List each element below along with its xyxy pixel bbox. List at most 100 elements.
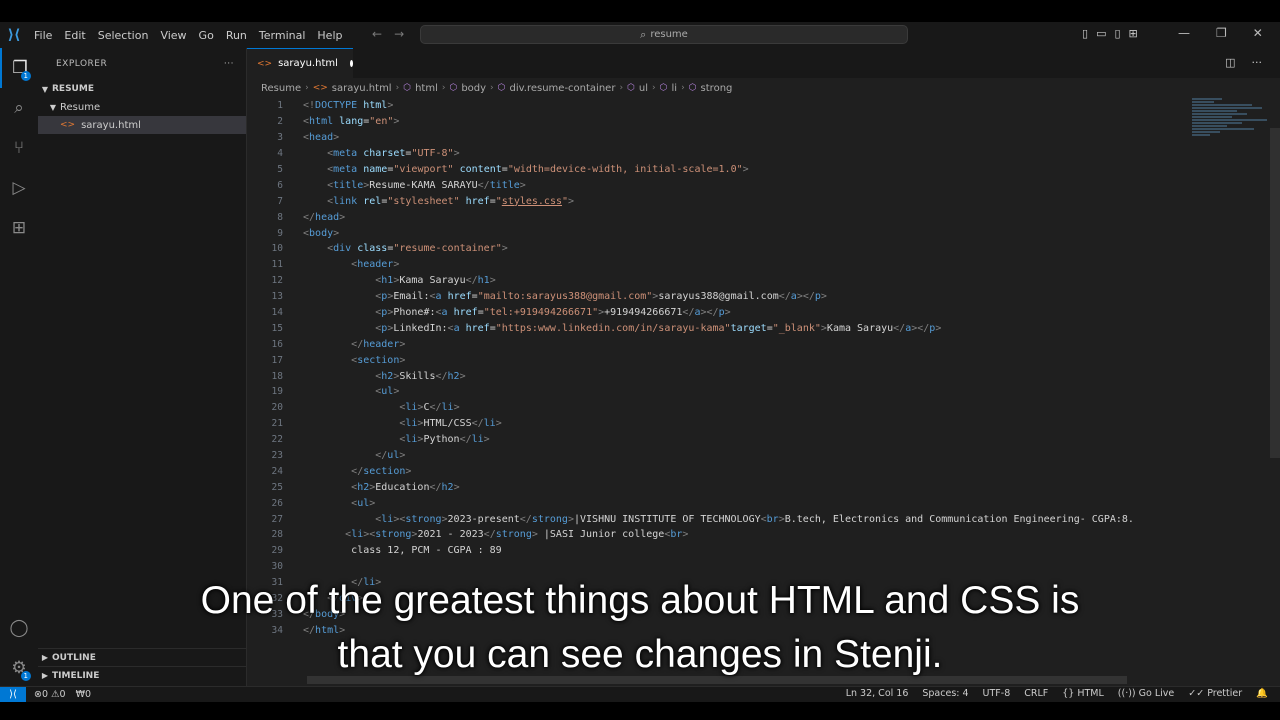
minimap-line xyxy=(1192,128,1254,130)
menu-item-run[interactable]: Run xyxy=(220,29,253,42)
source-control-icon[interactable]: ⑂ xyxy=(0,128,38,168)
breadcrumb-item[interactable]: html xyxy=(415,83,438,94)
code-text: <body> xyxy=(303,227,340,239)
code-line[interactable]: 1 <!DOCTYPE html> xyxy=(247,98,1187,114)
code-line[interactable]: 28 <li><strong>2021 - 2023</strong> |SAS… xyxy=(247,527,1187,543)
unsaved-dot-icon[interactable] xyxy=(349,60,353,67)
toggle-secondary-sidebar-icon[interactable]: ▯ xyxy=(1114,27,1120,40)
back-arrow-icon[interactable]: ← xyxy=(372,27,382,41)
code-line[interactable]: 9 <body> xyxy=(247,225,1187,241)
menu-item-edit[interactable]: Edit xyxy=(58,29,91,42)
code-line[interactable]: 22 <li>Python</li> xyxy=(247,432,1187,448)
line-number: 28 xyxy=(271,529,283,541)
close-icon[interactable]: ✕ xyxy=(1253,26,1263,40)
split-editor-icon[interactable]: ◫ xyxy=(1225,56,1235,69)
toggle-panel-icon[interactable]: ▭ xyxy=(1096,27,1106,40)
menu-item-selection[interactable]: Selection xyxy=(92,29,155,42)
code-line[interactable]: 8 </head> xyxy=(247,209,1187,225)
code-line[interactable]: 21 <li>HTML/CSS</li> xyxy=(247,416,1187,432)
cursor-position[interactable]: Ln 32, Col 16 xyxy=(846,688,909,699)
code-line[interactable]: 10 <div class="resume-container"> xyxy=(247,241,1187,257)
html-file-icon: <> xyxy=(257,58,273,69)
symbol-icon: ⬡ xyxy=(688,83,697,93)
command-center[interactable]: ⌕ resume xyxy=(420,25,908,44)
breadcrumb-item[interactable]: ul xyxy=(639,83,648,94)
prettier-status[interactable]: ✓✓ Prettier xyxy=(1188,688,1242,699)
breadcrumb-item[interactable]: body xyxy=(461,83,486,94)
menu-item-help[interactable]: Help xyxy=(311,29,348,42)
more-actions-icon[interactable]: ··· xyxy=(1252,56,1263,69)
toggle-sidebar-icon[interactable]: ▯ xyxy=(1082,27,1088,40)
breadcrumb-item[interactable]: sarayu.html xyxy=(332,83,392,94)
code-text: <li>HTML/CSS</li> xyxy=(399,418,502,430)
chevron-down-icon: ▼ xyxy=(41,84,49,94)
code-line[interactable]: 2 <html lang="en"> xyxy=(247,114,1187,130)
bell-icon[interactable]: 🔔 xyxy=(1256,688,1268,699)
minimap-line xyxy=(1192,107,1262,109)
search-icon[interactable]: ⌕ xyxy=(0,88,38,128)
breadcrumb-item[interactable]: strong xyxy=(701,83,733,94)
tree-folder[interactable]: ▼ Resume xyxy=(38,98,246,116)
go-live-button[interactable]: ((·)) Go Live xyxy=(1118,688,1174,699)
breadcrumb-item[interactable]: li xyxy=(672,83,678,94)
code-line[interactable]: 4 <meta charset="UTF-8"> xyxy=(247,146,1187,162)
extensions-icon[interactable]: ⊞ xyxy=(0,208,38,248)
line-number: 1 xyxy=(277,100,283,112)
code-line[interactable]: 30 xyxy=(247,559,1187,575)
ports-status[interactable]: ₩0 xyxy=(76,689,91,700)
remote-icon[interactable]: ⟩⟨ xyxy=(0,686,26,703)
code-line[interactable]: 5 <meta name="viewport" content="width=d… xyxy=(247,162,1187,178)
code-line[interactable]: 6 <title>Resume-KAMA SARAYU</title> xyxy=(247,177,1187,193)
menu-item-file[interactable]: File xyxy=(28,29,58,42)
menu-item-go[interactable]: Go xyxy=(193,29,220,42)
line-number: 18 xyxy=(271,370,283,382)
minimize-icon[interactable]: — xyxy=(1178,26,1190,40)
vertical-scrollbar[interactable] xyxy=(1270,128,1280,458)
language-mode[interactable]: {} HTML xyxy=(1062,688,1104,699)
code-line[interactable]: 3 <head> xyxy=(247,130,1187,146)
more-actions-icon[interactable]: ··· xyxy=(224,59,234,69)
files-icon[interactable]: ❐ 1 xyxy=(0,48,38,88)
breadcrumb-separator-icon: › xyxy=(305,83,309,93)
encoding[interactable]: UTF-8 xyxy=(983,688,1011,699)
code-line[interactable]: 18 <h2>Skills</h2> xyxy=(247,368,1187,384)
problems-status[interactable]: ⊗0 ⚠0 xyxy=(34,689,66,700)
tree-file[interactable]: <> sarayu.html xyxy=(38,116,246,134)
tab-label: sarayu.html xyxy=(278,58,338,69)
code-line[interactable]: 25 <h2>Education</h2> xyxy=(247,479,1187,495)
forward-arrow-icon[interactable]: → xyxy=(394,27,404,41)
tab-sarayu-html[interactable]: <> sarayu.html xyxy=(247,48,353,78)
code-line[interactable]: 17 <section> xyxy=(247,352,1187,368)
minimap[interactable] xyxy=(1192,98,1272,198)
symbol-icon: ⬡ xyxy=(403,83,412,93)
menu-item-view[interactable]: View xyxy=(154,29,192,42)
code-line[interactable]: 24 </section> xyxy=(247,463,1187,479)
code-line[interactable]: 7 <link rel="stylesheet" href="styles.cs… xyxy=(247,193,1187,209)
code-line[interactable]: 29 class 12, PCM - CGPA : 89 xyxy=(247,543,1187,559)
code-line[interactable]: 16 </header> xyxy=(247,336,1187,352)
code-line[interactable]: 23 </ul> xyxy=(247,448,1187,464)
code-line[interactable]: 20 <li>C</li> xyxy=(247,400,1187,416)
code-line[interactable]: 19 <ul> xyxy=(247,384,1187,400)
code-line[interactable]: 13 <p>Email:<a href="mailto:sarayus388@g… xyxy=(247,289,1187,305)
code-line[interactable]: 12 <h1>Kama Sarayu</h1> xyxy=(247,273,1187,289)
code-line[interactable]: 15 <p>LinkedIn:<a href="https:www.linked… xyxy=(247,320,1187,336)
code-line[interactable]: 11 <header> xyxy=(247,257,1187,273)
code-line[interactable]: 14 <p>Phone#:<a href="tel:+919494266671"… xyxy=(247,305,1187,321)
code-line[interactable]: 26 <ul> xyxy=(247,495,1187,511)
breadcrumb-item[interactable]: div.resume-container xyxy=(510,83,616,94)
minimap-line xyxy=(1192,122,1242,124)
run-debug-icon[interactable]: ▷ xyxy=(0,168,38,208)
breadcrumb-item[interactable]: Resume xyxy=(261,83,301,94)
line-number: 8 xyxy=(277,211,283,223)
restore-icon[interactable]: ❐ xyxy=(1216,26,1227,40)
explorer-badge: 1 xyxy=(20,71,31,81)
menu-item-terminal[interactable]: Terminal xyxy=(253,29,312,42)
customize-layout-icon[interactable]: ⊞ xyxy=(1129,27,1138,40)
indentation[interactable]: Spaces: 4 xyxy=(922,688,968,699)
tree-root[interactable]: ▼ RESUME xyxy=(38,80,246,98)
line-number: 13 xyxy=(271,291,283,303)
code-line[interactable]: 27 <li><strong>2023-present</strong>|VIS… xyxy=(247,511,1187,527)
breadcrumb: Resume › <> sarayu.html › ⬡ html › ⬡ body › ⬡ div.re… xyxy=(247,78,1280,98)
line-endings[interactable]: CRLF xyxy=(1024,688,1048,699)
